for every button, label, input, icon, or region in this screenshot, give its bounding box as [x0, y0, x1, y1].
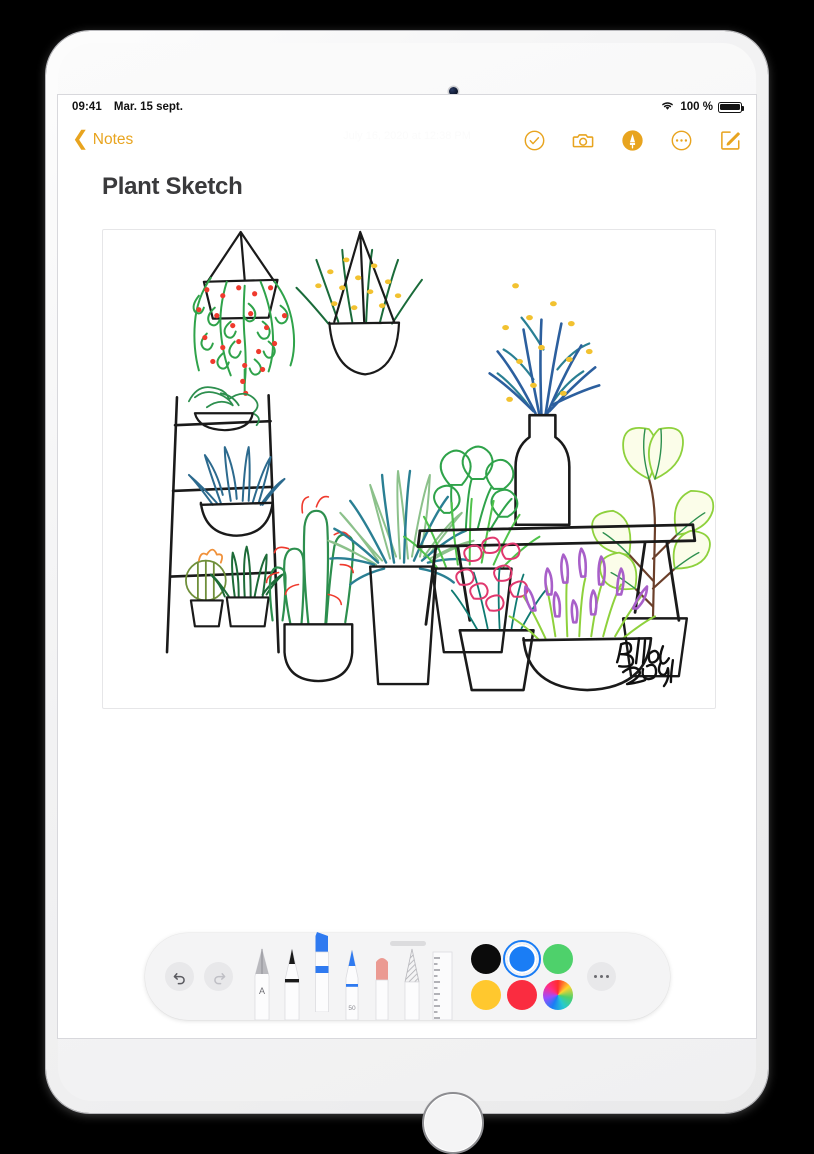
more-button[interactable]: [670, 129, 693, 152]
ellipsis-dot: [593, 974, 598, 979]
plant-sketch-drawing: [165, 230, 715, 692]
chevron-left-icon: ❮: [72, 128, 89, 150]
ellipsis-dot: [605, 974, 610, 979]
status-date: Mar. 15 sept.: [113, 101, 183, 113]
swatch-color-wheel[interactable]: [543, 979, 573, 1010]
undo-button[interactable]: [165, 962, 194, 991]
tool-highlighter[interactable]: [309, 932, 335, 1020]
swatch-black[interactable]: [471, 943, 501, 974]
ellipsis-dot: [599, 974, 604, 979]
drawing-canvas[interactable]: [102, 229, 716, 709]
color-swatches: [471, 939, 573, 1010]
home-button[interactable]: [422, 1092, 484, 1154]
navigation-bar: ❮ Notes July 16, 2020 at 12:38 PM: [58, 119, 756, 161]
camera-button[interactable]: [572, 129, 595, 152]
swatch-yellow[interactable]: [471, 979, 501, 1010]
tool-ruler[interactable]: [429, 933, 455, 1020]
battery-percent: 100 %: [680, 101, 713, 113]
checklist-button[interactable]: [523, 129, 546, 152]
back-to-notes-button[interactable]: ❮ Notes: [72, 128, 134, 150]
markup-button[interactable]: [621, 129, 644, 152]
nav-actions: [523, 129, 742, 152]
drawing-toolbar: A 50: [145, 932, 670, 1020]
compose-button[interactable]: [719, 129, 742, 152]
screen: 09:41 Mar. 15 sept. 100 % ❮ Notes July 1…: [57, 94, 757, 1039]
tool-pencil[interactable]: 50: [339, 933, 365, 1020]
tool-eraser[interactable]: [369, 933, 395, 1020]
swatch-green[interactable]: [543, 943, 573, 974]
redo-button[interactable]: [204, 962, 233, 991]
swatch-blue[interactable]: [503, 939, 541, 978]
tool-marker[interactable]: [279, 933, 305, 1020]
tool-pen[interactable]: A: [249, 933, 275, 1020]
svg-text:50: 50: [348, 1005, 356, 1012]
status-time: 09:41: [72, 101, 102, 113]
palette-more-button[interactable]: [587, 962, 616, 991]
svg-text:A: A: [259, 986, 265, 996]
status-bar: 09:41 Mar. 15 sept. 100 %: [58, 95, 756, 119]
page-title: Plant Sketch: [102, 173, 243, 200]
wifi-icon: [660, 100, 675, 114]
battery-full-icon: [718, 101, 745, 113]
tool-group: A 50: [249, 932, 455, 1020]
status-right-cluster: 100 %: [660, 100, 745, 114]
undo-redo-group: [145, 962, 233, 991]
tool-lasso[interactable]: [399, 933, 425, 1020]
back-button-label: Notes: [92, 131, 134, 148]
swatch-red[interactable]: [507, 979, 537, 1010]
